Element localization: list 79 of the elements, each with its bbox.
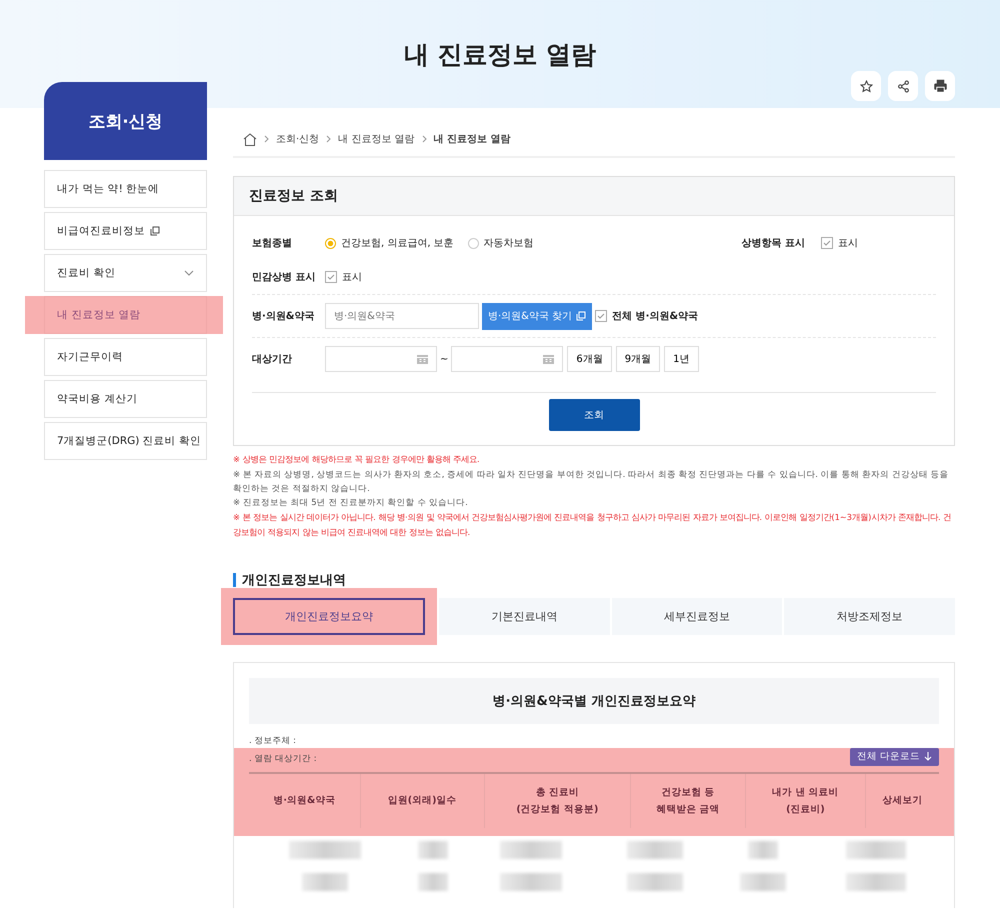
calendar-icon <box>417 354 428 364</box>
blurred-cell <box>740 872 786 890</box>
search-button[interactable]: 조회 <box>548 399 640 431</box>
date-field[interactable] <box>451 346 564 372</box>
form-title: 진료정보 조회 <box>234 177 954 216</box>
field-label: 상병항목 표시 <box>742 237 805 250</box>
checkbox[interactable] <box>595 310 608 322</box>
column-header: 내가 낸 의료비 (진료비) <box>745 772 866 828</box>
section-title: 개인진료정보내역 <box>242 572 346 588</box>
period-button[interactable]: 9개월 <box>616 346 660 372</box>
blurred-cell <box>627 840 684 858</box>
notice-text: ※ 본 자료의 상병명, 상병코드는 의사가 환자의 호소, 증세에 따라 일차 진단명을 부여한 것입니다. 따라서 최종 확정 진단명과는 다를 수 있습니다. 이를 통해 환자의 건강상태 등을 확인하는 것은 적절하지 않습니다. <box>233 468 950 496</box>
breadcrumb-link[interactable]: 조회·신청 <box>276 132 320 146</box>
field-label: 민감상병 표시 <box>252 271 316 284</box>
checkbox-label: 표시 <box>838 237 858 250</box>
checkbox[interactable] <box>325 271 337 283</box>
sidebar-item[interactable]: 내가 먹는 약! 한눈에 <box>44 170 207 208</box>
blurred-cell <box>418 840 448 858</box>
info-line: . 열람 대상기간 : <box>249 752 317 766</box>
field-label: 대상기간 <box>252 353 293 366</box>
period-button[interactable]: 1년 <box>664 346 699 372</box>
hospital-search-field[interactable]: 병·의원&약국 <box>325 303 479 329</box>
summary-title: 병·의원&약국별 개인진료정보요약 <box>249 678 939 724</box>
chevron-right-icon <box>422 135 427 143</box>
download-all-button[interactable]: 전체 다운로드 <box>850 748 939 766</box>
field-label: 보험종별 <box>252 237 293 250</box>
blurred-cell <box>627 872 684 890</box>
checkbox-label: 표시 <box>342 271 362 284</box>
sidebar-item[interactable]: 7개질병군(DRG) 진료비 확인 <box>44 422 207 460</box>
range-separator: ~ <box>440 354 448 364</box>
chevron-right-icon <box>264 135 269 143</box>
column-header: 총 진료비 (건강보험 적용분) <box>484 772 631 828</box>
blurred-cell <box>302 872 348 890</box>
chevron-icon <box>184 270 194 276</box>
breadcrumb-link[interactable]: 내 진료정보 열람 <box>434 132 511 146</box>
chevron-right-icon <box>326 135 332 143</box>
new-window-icon <box>150 226 160 236</box>
column-header: 입원(외래)일수 <box>360 772 484 828</box>
sidebar-item[interactable]: 자기근무이력 <box>44 338 207 376</box>
download-arrow-icon <box>924 752 932 761</box>
blurred-cell <box>846 840 906 858</box>
sidebar-item[interactable]: 비급여진료비정보 <box>44 212 207 250</box>
tab[interactable]: 처방조제정보 <box>784 598 956 634</box>
notice-text: ※ 상병은 민감정보에 해당하므로 꼭 필요한 경우에만 활용해 주세요. <box>233 453 481 466</box>
period-button[interactable]: 6개월 <box>567 346 612 372</box>
new-window-icon <box>576 311 586 321</box>
column-header: 건강보험 등 혜택받은 금액 <box>630 772 746 828</box>
radio-button[interactable] <box>468 238 479 248</box>
radio-label: 건강보험, 의료급여, 보훈 <box>341 237 454 250</box>
share-icon[interactable] <box>888 71 918 101</box>
tab[interactable]: 개인진료정보요약 <box>233 598 425 634</box>
hospital-search-button[interactable]: 병·의원&약국 찾기 <box>482 302 592 330</box>
calendar-icon <box>543 354 554 364</box>
sidebar-item[interactable]: 진료비 확인 <box>44 254 207 292</box>
column-header: 상세보기 <box>866 772 939 828</box>
tab[interactable]: 세부진료정보 <box>612 598 782 634</box>
print-icon[interactable] <box>925 71 955 101</box>
checkbox-label: 전체 병·의원&약국 <box>612 310 698 323</box>
blurred-cell <box>748 840 778 858</box>
home-icon[interactable] <box>243 132 257 146</box>
blurred-cell <box>846 872 906 890</box>
notice-text: ※ 진료정보는 최대 5년 전 진료분까지 확인할 수 있습니다. <box>233 496 469 510</box>
page-title: 내 진료정보 열람 <box>404 39 596 71</box>
sidebar-title: 조회·신청 <box>44 82 207 160</box>
blurred-cell <box>418 872 448 890</box>
bookmark-star-icon[interactable] <box>851 71 881 101</box>
blurred-cell <box>500 840 562 858</box>
column-header: 병·의원&약국 <box>249 772 360 828</box>
date-field[interactable] <box>325 346 437 372</box>
notice-text: ※ 본 정보는 실시간 데이터가 아닙니다. 해당 병·의원 및 약국에서 건강보험심사평가원에 진료내역을 청구하고 심사가 마무리된 자료가 보여집니다. 이로인해 일정기간(1~3개월)시차가 존재합니다. 건강보험이 적용되지 않는 비급여 진료내역에 대한 정보는 없습니다. <box>233 510 952 539</box>
breadcrumb-link[interactable]: 내 진료정보 열람 <box>338 132 415 146</box>
checkbox[interactable] <box>821 237 833 249</box>
tab[interactable]: 기본진료내역 <box>439 598 610 634</box>
blurred-cell <box>500 872 562 890</box>
field-label: 병·의원&약국 <box>252 310 316 323</box>
radio-button[interactable] <box>325 238 336 248</box>
info-line: . 정보주체 : <box>249 734 297 748</box>
sidebar-item[interactable]: 약국비용 계산기 <box>44 380 207 418</box>
radio-label: 자동차보험 <box>484 237 534 250</box>
